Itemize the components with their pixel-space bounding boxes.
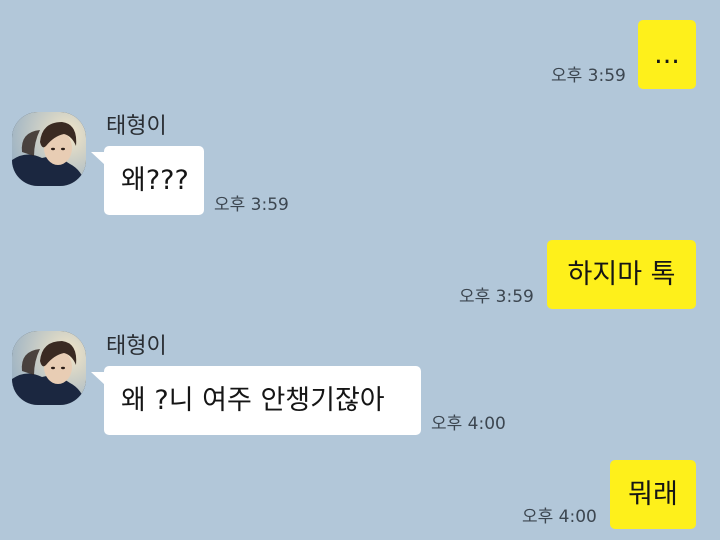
contact-name: 태형이 [106,334,167,359]
message-bubble-sent[interactable]: 뭐래 [610,460,696,529]
message-time: 오후 4:00 [431,414,506,434]
message-time: 오후 3:59 [214,195,289,215]
message-bubble-sent[interactable]: ... [638,20,696,89]
avatar[interactable] [12,112,86,186]
profile-photo-icon [12,331,86,405]
avatar[interactable] [12,331,86,405]
bubble-tail [91,152,105,165]
message-bubble-received[interactable]: 왜 ?니 여주 안챙기잖아 [104,366,421,435]
message-time: 오후 4:00 [522,507,597,527]
contact-name: 태형이 [106,114,167,139]
profile-photo-icon [12,112,86,186]
message-time: 오후 3:59 [551,66,626,86]
bubble-tail [91,372,105,385]
message-bubble-sent[interactable]: 하지마 톡 [547,240,696,309]
message-time: 오후 3:59 [459,287,534,307]
message-bubble-received[interactable]: 왜??? [104,146,204,215]
